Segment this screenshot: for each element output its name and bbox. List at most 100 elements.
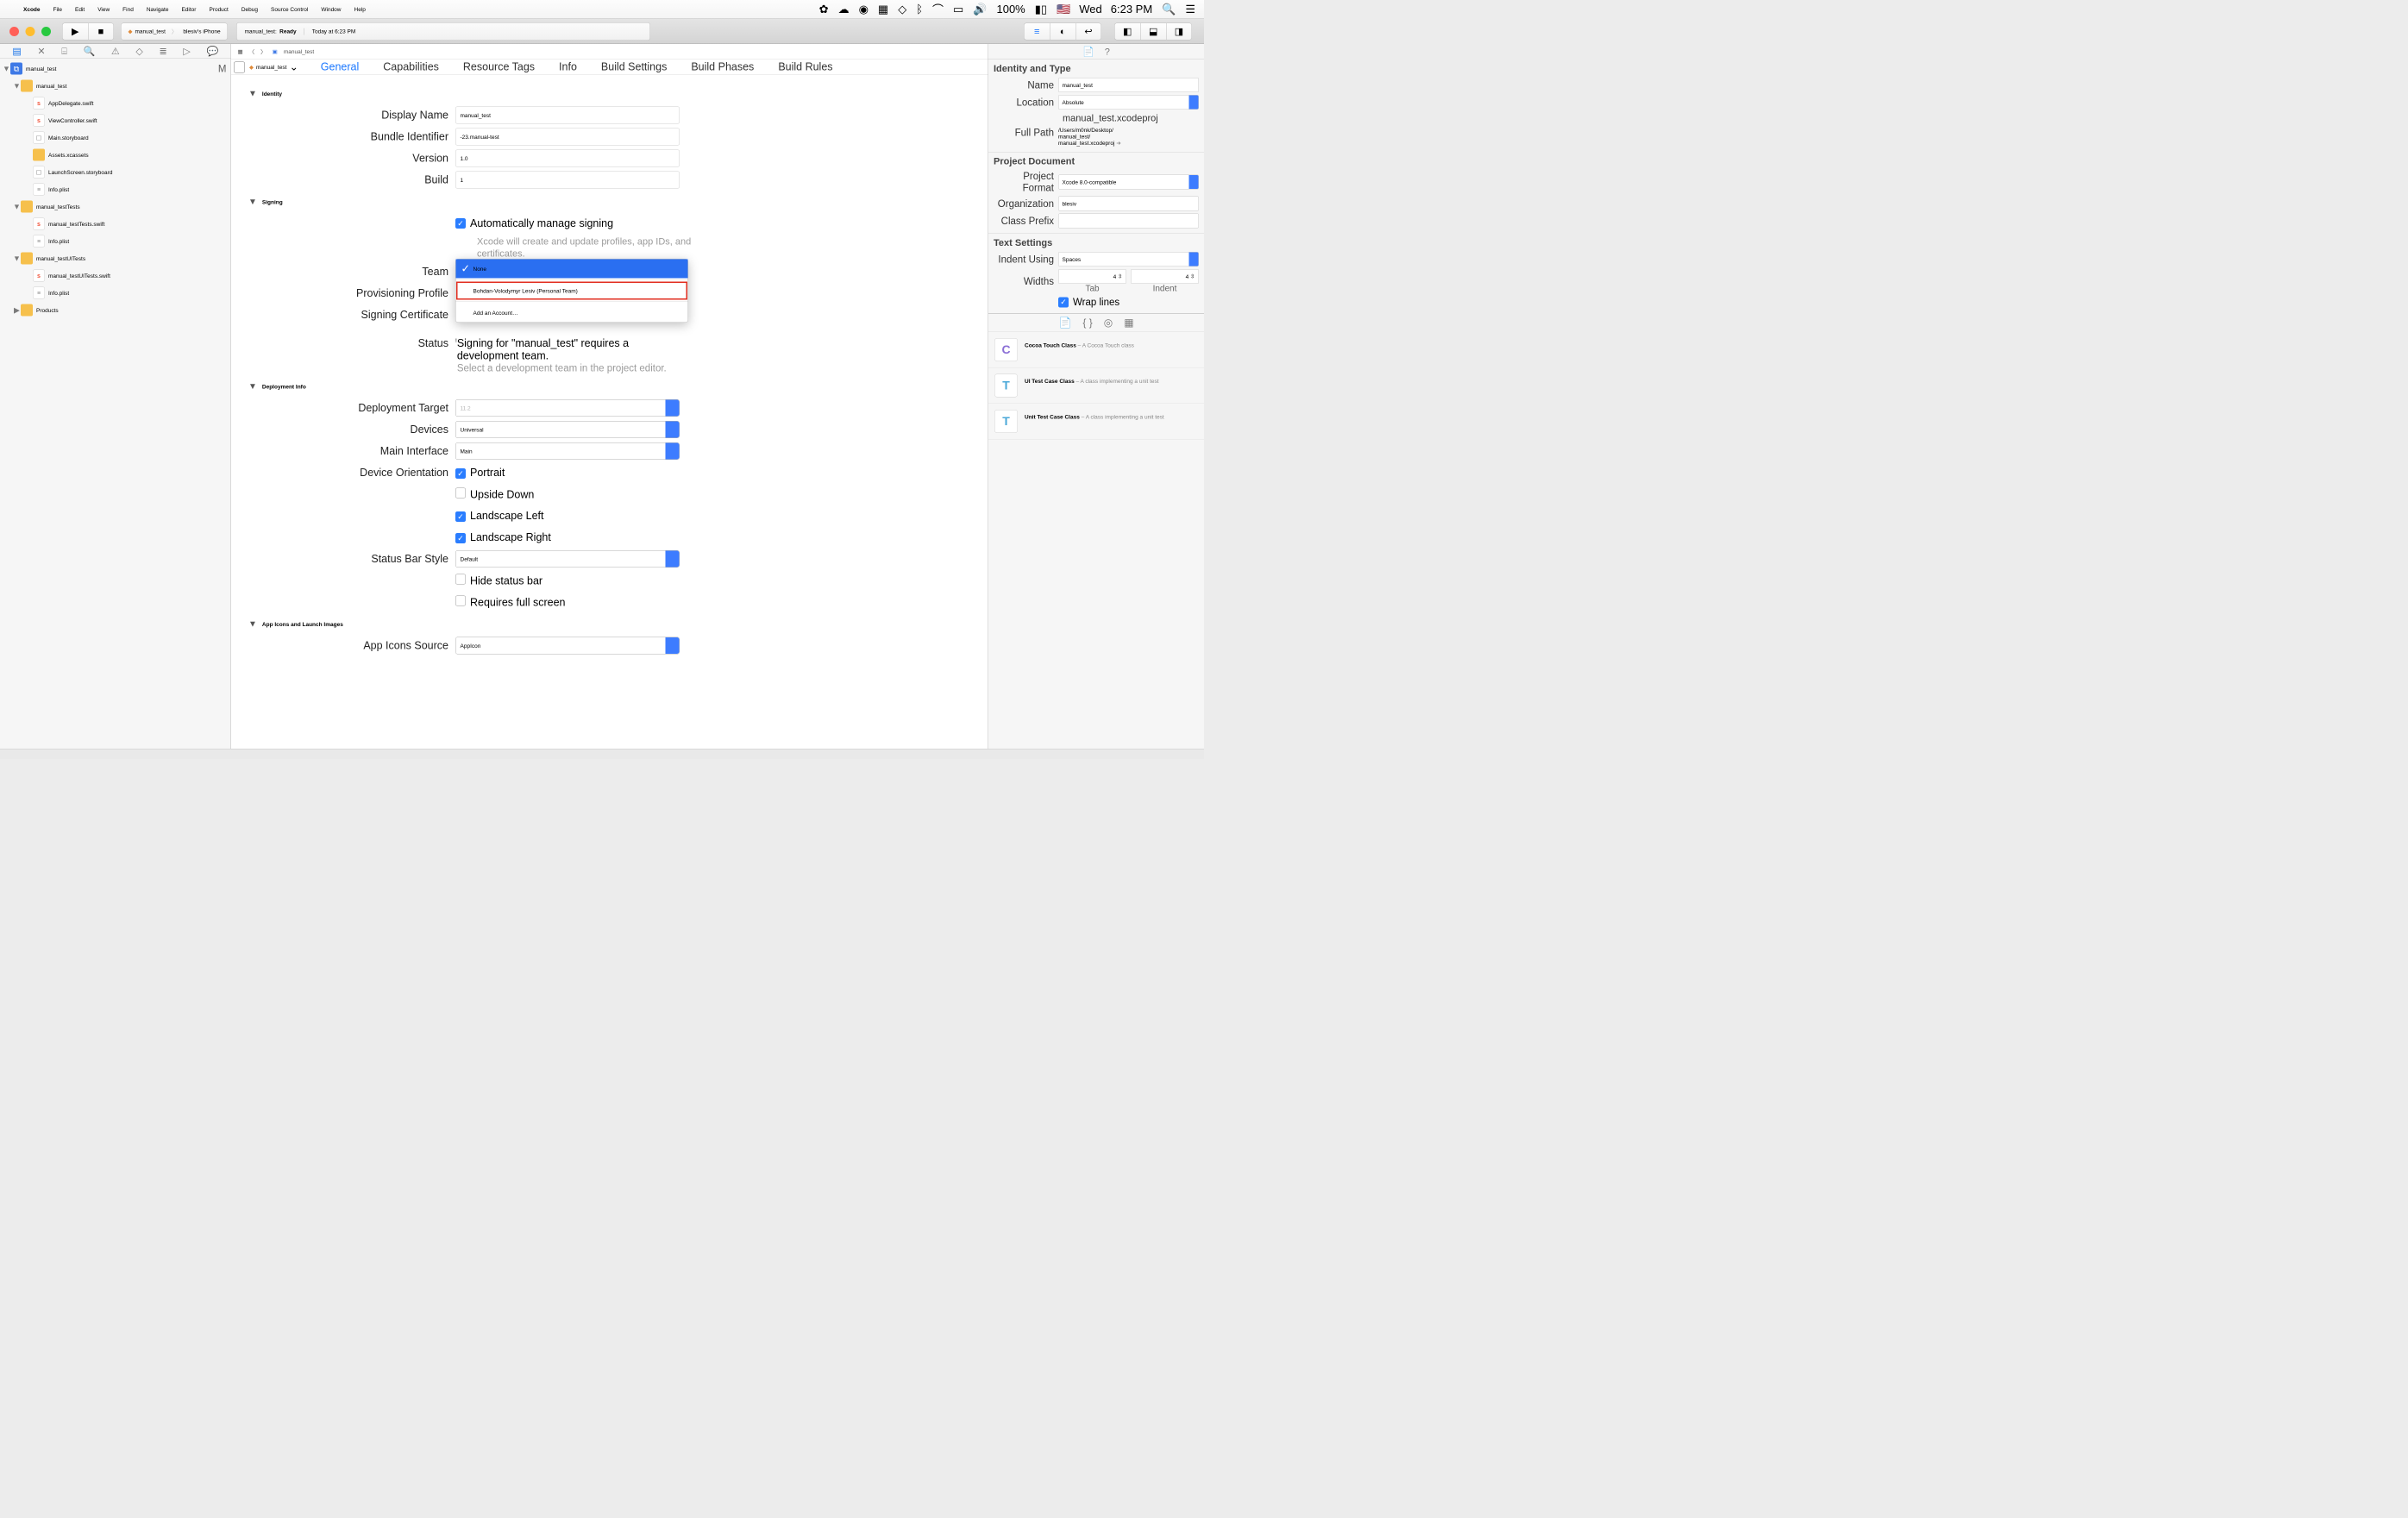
reveal-arrow-icon[interactable]: ➜ bbox=[1116, 140, 1120, 147]
section-app-icons[interactable]: ▼App Icons and Launch Images bbox=[248, 619, 978, 630]
project-format-select[interactable]: Xcode 8.0-compatible bbox=[1058, 175, 1199, 190]
project-navigator-tab[interactable]: ▤ bbox=[12, 46, 21, 57]
devices-select[interactable]: Universal bbox=[455, 421, 680, 438]
tree-group[interactable]: ▶Products bbox=[0, 302, 231, 319]
close-window-button[interactable] bbox=[9, 27, 19, 36]
class-prefix-field[interactable] bbox=[1058, 214, 1199, 229]
breakpoint-navigator-tab[interactable]: ▷ bbox=[183, 46, 190, 57]
menu-editor[interactable]: Editor bbox=[181, 6, 196, 13]
notification-icon[interactable]: ☰ bbox=[1185, 3, 1195, 16]
menu-navigate[interactable]: Navigate bbox=[147, 6, 169, 13]
upside-down-checkbox[interactable] bbox=[455, 487, 466, 498]
clock-day[interactable]: Wed bbox=[1079, 3, 1102, 16]
team-option-none[interactable]: None bbox=[456, 260, 688, 279]
tree-file[interactable]: smanual_testTests.swift bbox=[0, 216, 231, 233]
menu-source-control[interactable]: Source Control bbox=[271, 6, 308, 13]
tab-general[interactable]: General bbox=[309, 61, 371, 74]
battery-icon[interactable]: ▮▯ bbox=[1035, 3, 1047, 16]
tree-file[interactable]: sViewController.swift bbox=[0, 112, 231, 129]
library-item[interactable]: T Unit Test Case Class – A class impleme… bbox=[988, 404, 1204, 440]
hide-targets-button[interactable] bbox=[234, 61, 245, 72]
app-icons-source-select[interactable]: AppIcon bbox=[455, 637, 680, 655]
wrap-lines-checkbox[interactable]: ✓ bbox=[1058, 297, 1069, 307]
menu-edit[interactable]: Edit bbox=[75, 6, 85, 13]
version-editor-button[interactable]: ↩ bbox=[1075, 22, 1101, 40]
requires-full-screen-checkbox[interactable] bbox=[455, 595, 466, 605]
menu-help[interactable]: Help bbox=[354, 6, 366, 13]
menu-find[interactable]: Find bbox=[122, 6, 134, 13]
menu-product[interactable]: Product bbox=[209, 6, 228, 13]
status-icon[interactable]: ✿ bbox=[819, 3, 829, 16]
deployment-target-select[interactable]: 11.2 bbox=[455, 399, 680, 417]
jump-bar[interactable]: ▦ 〈 〉 ▣ manual_test bbox=[231, 44, 988, 60]
code-snippet-library-tab[interactable]: { } bbox=[1082, 317, 1092, 329]
test-navigator-tab[interactable]: ◇ bbox=[135, 46, 142, 57]
auto-signing-checkbox[interactable]: ✓ bbox=[455, 218, 466, 229]
volume-icon[interactable]: 🔊 bbox=[973, 3, 987, 16]
tab-capabilities[interactable]: Capabilities bbox=[371, 61, 451, 74]
jump-item[interactable]: manual_test bbox=[284, 48, 314, 55]
section-deployment[interactable]: ▼Deployment Info bbox=[248, 382, 978, 392]
file-template-library-tab[interactable]: 📄 bbox=[1058, 317, 1071, 329]
source-control-navigator-tab[interactable]: ✕ bbox=[37, 46, 45, 57]
quick-help-tab[interactable]: ? bbox=[1105, 46, 1110, 57]
version-input[interactable]: 1.0 bbox=[455, 150, 680, 167]
status-icon[interactable]: ▦ bbox=[878, 3, 888, 16]
spotlight-icon[interactable]: 🔍 bbox=[1162, 3, 1176, 16]
organization-field[interactable]: blesiv bbox=[1058, 197, 1199, 211]
stop-button[interactable]: ■ bbox=[88, 22, 114, 40]
file-inspector-tab[interactable]: 📄 bbox=[1082, 46, 1094, 57]
symbol-navigator-tab[interactable]: ⌸ bbox=[61, 46, 67, 57]
main-interface-select[interactable]: Main bbox=[455, 442, 680, 460]
clock-time[interactable]: 6:23 PM bbox=[1111, 3, 1152, 16]
tree-file[interactable]: smanual_testUITests.swift bbox=[0, 267, 231, 285]
menu-file[interactable]: File bbox=[53, 6, 62, 13]
scheme-selector[interactable]: ◆ manual_test 〉 blesiv's iPhone bbox=[121, 22, 228, 40]
zoom-window-button[interactable] bbox=[41, 27, 51, 36]
flag-icon[interactable]: 🇺🇸 bbox=[1057, 3, 1070, 16]
tab-resource-tags[interactable]: Resource Tags bbox=[451, 61, 547, 74]
team-option-add-account[interactable]: Add an Account… bbox=[456, 304, 688, 323]
object-library-tab[interactable]: ◎ bbox=[1104, 317, 1113, 329]
build-input[interactable]: 1 bbox=[455, 172, 680, 189]
tree-file[interactable]: ≡Info.plist bbox=[0, 285, 231, 302]
section-identity[interactable]: ▼Identity bbox=[248, 89, 978, 99]
landscape-left-checkbox[interactable]: ✓ bbox=[455, 511, 466, 522]
menu-view[interactable]: View bbox=[97, 6, 110, 13]
assistant-editor-button[interactable]: ◐ bbox=[1050, 22, 1075, 40]
tab-build-rules[interactable]: Build Rules bbox=[766, 61, 844, 74]
toggle-inspector-button[interactable]: ◨ bbox=[1166, 22, 1192, 40]
target-selector[interactable]: ◆manual_test ⌄ bbox=[249, 61, 298, 74]
menu-window[interactable]: Window bbox=[321, 6, 341, 13]
status-icon[interactable]: ☁ bbox=[838, 3, 850, 16]
battery-percent[interactable]: 100% bbox=[996, 3, 1025, 16]
tree-group[interactable]: ▼manual_test bbox=[0, 78, 231, 95]
section-signing[interactable]: ▼Signing bbox=[248, 198, 978, 208]
status-icon[interactable]: ◇ bbox=[898, 3, 906, 16]
tab-build-settings[interactable]: Build Settings bbox=[589, 61, 679, 74]
tree-file[interactable]: sAppDelegate.swift bbox=[0, 95, 231, 112]
tree-file[interactable]: ◻LaunchScreen.storyboard bbox=[0, 164, 231, 181]
media-library-tab[interactable]: ▦ bbox=[1124, 317, 1133, 329]
menu-appname[interactable]: Xcode bbox=[23, 6, 41, 13]
minimize-window-button[interactable] bbox=[26, 27, 35, 36]
wifi-icon[interactable]: ⌒ bbox=[932, 2, 944, 18]
indent-width-stepper[interactable]: 4 ⇳ bbox=[1131, 269, 1199, 284]
issue-navigator-tab[interactable]: ⚠ bbox=[111, 46, 120, 57]
display-name-input[interactable]: manual_test bbox=[455, 107, 680, 124]
hide-status-bar-checkbox[interactable] bbox=[455, 574, 466, 584]
toggle-debug-button[interactable]: ⬓ bbox=[1140, 22, 1166, 40]
back-icon[interactable]: 〈 bbox=[249, 47, 255, 56]
related-items-icon[interactable]: ▦ bbox=[238, 48, 243, 55]
bundle-id-input[interactable]: -23.manual-test bbox=[455, 129, 680, 146]
tab-info[interactable]: Info bbox=[547, 61, 589, 74]
portrait-checkbox[interactable]: ✓ bbox=[455, 468, 466, 479]
tab-width-stepper[interactable]: 4 ⇳ bbox=[1058, 269, 1126, 284]
location-select[interactable]: Absolute bbox=[1058, 95, 1199, 110]
tree-file[interactable]: ≡Info.plist bbox=[0, 181, 231, 198]
landscape-right-checkbox[interactable]: ✓ bbox=[455, 533, 466, 543]
run-button[interactable]: ▶ bbox=[62, 22, 88, 40]
tree-file[interactable]: ◻Main.storyboard bbox=[0, 129, 231, 147]
tree-root[interactable]: ▼⧉ manual_test M bbox=[0, 60, 231, 78]
status-bar-style-select[interactable]: Default bbox=[455, 550, 680, 568]
